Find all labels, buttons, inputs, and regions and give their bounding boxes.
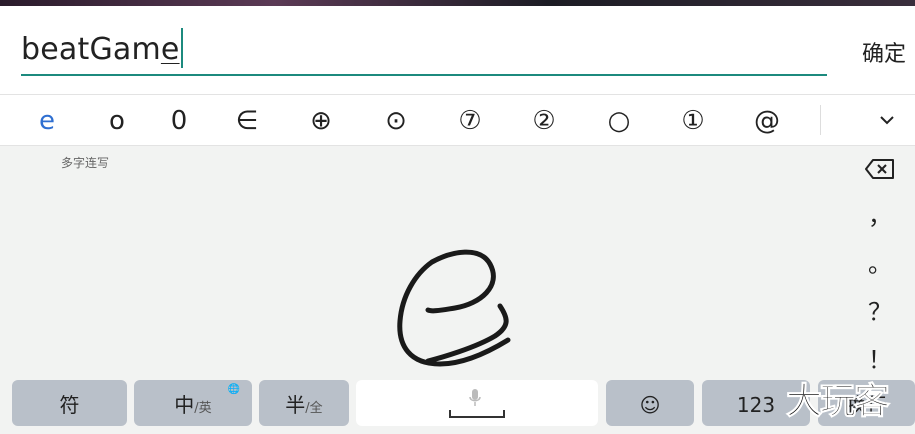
emoji-icon: ☺ bbox=[639, 393, 661, 417]
language-sub-label: /英 bbox=[194, 401, 212, 416]
chevron-down-icon[interactable] bbox=[876, 109, 898, 131]
text-input-bar[interactable]: beatGame 确定 bbox=[0, 6, 915, 94]
candidate-item[interactable]: ⊕ bbox=[296, 105, 346, 137]
bottom-key-row: 符 中/英 🌐 半/全 ☺ 123 换行 bbox=[0, 378, 915, 426]
candidate-bar: e o 0 ∈ ⊕ ⊙ ⑦ ② ○ ① @ bbox=[0, 94, 915, 146]
input-underline bbox=[21, 74, 827, 76]
handwriting-stroke bbox=[397, 249, 511, 367]
candidate-item[interactable]: ② bbox=[519, 105, 569, 137]
candidate-item[interactable]: ⊙ bbox=[371, 105, 421, 137]
side-punctuation-column: ， 。 ？ ！ bbox=[850, 146, 915, 378]
candidate-item[interactable]: 0 bbox=[154, 105, 204, 137]
text-caret bbox=[180, 28, 183, 68]
candidate-item[interactable]: @ bbox=[742, 105, 792, 137]
width-sub-label: /全 bbox=[305, 401, 323, 416]
language-main-label: 中 bbox=[174, 393, 195, 417]
comma-key[interactable]: ， bbox=[850, 196, 910, 231]
exclaim-key[interactable]: ！ bbox=[850, 340, 910, 375]
watermark-logo: 大玩客 bbox=[785, 381, 890, 423]
input-committed-text: beatGam bbox=[21, 32, 161, 67]
width-switch-key[interactable]: 半/全 bbox=[259, 380, 349, 426]
candidate-item[interactable]: ∈ bbox=[222, 105, 272, 137]
symbols-key-label: 符 bbox=[59, 393, 80, 417]
numbers-key-label: 123 bbox=[736, 393, 776, 417]
backspace-icon[interactable] bbox=[864, 158, 896, 180]
candidate-item[interactable]: ⑦ bbox=[445, 105, 495, 137]
candidate-item[interactable]: ○ bbox=[594, 105, 644, 137]
candidate-item[interactable]: ① bbox=[668, 105, 718, 137]
space-key[interactable] bbox=[356, 380, 598, 426]
candidate-item[interactable]: o bbox=[92, 105, 142, 137]
confirm-button[interactable]: 确定 bbox=[862, 36, 906, 68]
microphone-icon[interactable] bbox=[468, 388, 482, 408]
candidate-item[interactable]: e bbox=[22, 105, 72, 137]
language-switch-key[interactable]: 中/英 🌐 bbox=[134, 380, 252, 426]
question-key[interactable]: ？ bbox=[850, 292, 910, 327]
period-key[interactable]: 。 bbox=[850, 244, 910, 279]
search-input[interactable]: beatGame bbox=[21, 28, 183, 68]
multi-char-mode-label: 多字连写 bbox=[61, 156, 110, 170]
symbols-key[interactable]: 符 bbox=[12, 380, 127, 426]
emoji-key[interactable]: ☺ bbox=[606, 380, 694, 426]
globe-icon: 🌐 bbox=[227, 384, 240, 395]
width-main-label: 半 bbox=[285, 393, 306, 417]
space-bar-icon bbox=[449, 410, 505, 418]
input-composing-text: e bbox=[160, 32, 180, 67]
candidate-divider bbox=[820, 105, 821, 135]
handwriting-canvas[interactable]: 多字连写 bbox=[0, 146, 850, 378]
